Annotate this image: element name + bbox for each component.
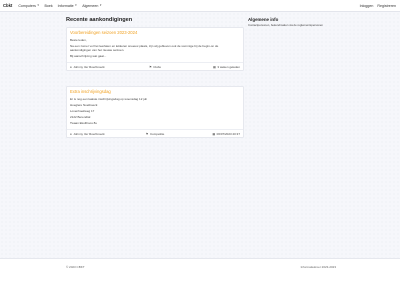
chevron-down-icon: ▼	[36, 4, 40, 7]
sidebar-text: Contactpersonen, bekendmaken via de regl…	[248, 23, 323, 27]
card-body: Extra inschrijvingsdag Er is nog een laa…	[67, 87, 243, 129]
announcement-paragraph: Lovenhoekweg 17	[70, 109, 95, 114]
announcement-title[interactable]: Extra inschrijvingsdag	[70, 89, 240, 94]
login-link[interactable]: Inloggen	[360, 4, 374, 8]
nav-item-algemeen[interactable]: Algemeen ▼	[82, 4, 102, 8]
author-name: Johnny Ver Roerbroeck	[73, 131, 105, 136]
card-footer: ● Johnny Ver Roerbroeck ⚑ Clubs ▦ 3 weke…	[67, 62, 243, 70]
author-name: Johnny Ver Roerbroeck	[73, 64, 105, 69]
nav-item-computers[interactable]: Computers ▼	[18, 4, 39, 8]
nav-item-label: Boek	[44, 3, 53, 8]
announcement-paragraph: Na een zomer vol het leerlaten en lekker…	[70, 44, 219, 53]
top-navbar: Cbkt Computers ▼ Boek Informatie ▼ Algem…	[0, 0, 400, 12]
announcement-paragraph: Beste leden,	[70, 38, 87, 43]
date-meta: ▦ 3 weken geleden	[183, 65, 240, 69]
announcement-card: Extra inschrijvingsdag Er is nog een laa…	[66, 86, 244, 139]
announcement-card: Voorbereidingen seizoen 2023-2024 Beste …	[66, 27, 244, 72]
chevron-down-icon: ▼	[99, 4, 102, 7]
announcement-paragraph: Hoeglere Noetboeck	[70, 103, 98, 108]
nav-item-label: Computers	[18, 3, 36, 8]
author-meta: ● Johnny Ver Roerbroeck	[70, 132, 127, 136]
page-footer: © 2023 CBKT Informatiekroer 2023-2023	[0, 258, 400, 300]
nav-item-boek[interactable]: Boek	[44, 4, 52, 8]
category-meta: ⚑ Competitie	[127, 132, 184, 136]
copyright-text: © 2023 CBKT	[66, 265, 85, 269]
register-link[interactable]: Registreren	[377, 4, 396, 8]
footer-info-text: Informatiekroer 2023-2023	[300, 265, 336, 269]
category-label: Competitie	[149, 131, 165, 136]
announcement-paragraph: 2122 Berendtal	[70, 115, 91, 120]
date-label: 3 weken geleden	[217, 64, 241, 69]
announcement-title[interactable]: Voorbereidingen seizoen 2023-2024	[70, 30, 240, 35]
flag-icon: ⚑	[145, 131, 149, 136]
user-icon: ●	[70, 131, 72, 136]
announcement-paragraph: Twaan Ekulthoos 8u	[70, 121, 98, 126]
category-label: Clubs	[153, 64, 161, 69]
announcement-paragraph: Er is nog een laatste inschrijvingsdag o…	[70, 97, 147, 102]
calendar-icon: ▦	[212, 131, 216, 136]
category-meta: ⚑ Clubs	[127, 65, 184, 69]
flag-icon: ⚑	[149, 64, 152, 69]
nav-item-informatie[interactable]: Informatie ▼	[58, 4, 78, 8]
announcement-paragraph: Bij aanschrijving wat gaat...	[70, 54, 107, 59]
date-meta: ▦ 06/07/2023 20:37	[183, 132, 240, 136]
date-label: 06/07/2023 20:37	[216, 131, 241, 136]
calendar-icon: ▦	[212, 64, 216, 69]
sidebar-title: Algemene info	[248, 17, 279, 22]
nav-right-group: Inloggen Registreren	[360, 4, 400, 8]
nav-item-label: Algemeen	[82, 3, 99, 8]
author-meta: ● Johnny Ver Roerbroeck	[70, 65, 127, 69]
user-icon: ●	[70, 64, 72, 69]
brand-logo[interactable]: Cbkt	[3, 3, 12, 8]
card-body: Voorbereidingen seizoen 2023-2024 Beste …	[67, 28, 243, 62]
card-footer: ● Johnny Ver Roerbroeck ⚑ Competitie ▦ 0…	[67, 129, 243, 137]
nav-item-label: Informatie	[57, 3, 74, 8]
chevron-down-icon: ▼	[74, 4, 78, 7]
page-title: Recente aankondigingen	[66, 17, 133, 23]
